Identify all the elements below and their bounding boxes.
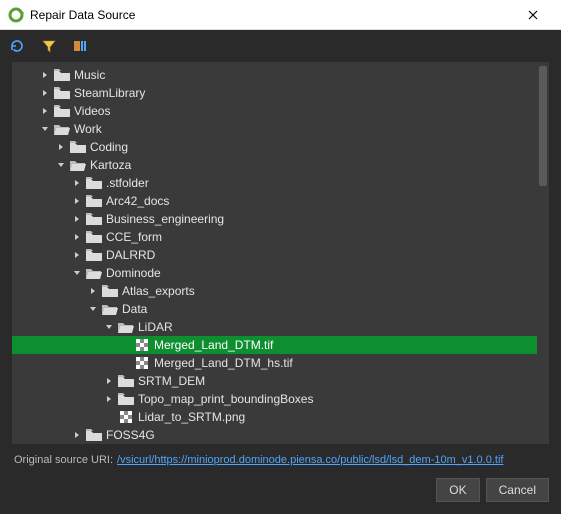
tree-node[interactable]: Data: [12, 300, 537, 318]
footer-label: Original source URI:: [14, 454, 113, 466]
tree-node[interactable]: Music: [12, 66, 537, 84]
tree-node-label: DALRRD: [106, 248, 155, 262]
tree-node-label: .stfolder: [106, 176, 149, 190]
tree-node-label: Coding: [90, 140, 128, 154]
expand-arrow-open-icon[interactable]: [104, 322, 114, 332]
scrollbar[interactable]: [539, 66, 547, 440]
expand-arrow-closed-icon[interactable]: [40, 106, 50, 116]
tree-node-label: Business_engineering: [106, 212, 224, 226]
toolbar: [0, 30, 561, 62]
folder-icon: [102, 284, 118, 298]
tree-node-label: Dominode: [106, 266, 161, 280]
folder-icon: [54, 104, 70, 118]
expand-arrow-closed-icon[interactable]: [88, 286, 98, 296]
folder-icon: [86, 176, 102, 190]
tree-panel: Music SteamLibrary Videos Work Coding Kartoza…: [12, 62, 549, 444]
folder-icon: [118, 374, 134, 388]
raster-icon: [118, 410, 134, 424]
ok-button[interactable]: OK: [436, 478, 479, 502]
raster-icon: [134, 338, 150, 352]
source-uri-link[interactable]: /vsicurl/https://minioprod.dominode.pien…: [117, 454, 503, 466]
tree-node[interactable]: Merged_Land_DTM_hs.tif: [12, 354, 537, 372]
tree-node-label: Lidar_to_SRTM.png: [138, 410, 245, 424]
show-properties-button[interactable]: [72, 37, 90, 55]
tree-node-label: CCE_form: [106, 230, 162, 244]
tree-node[interactable]: LiDAR: [12, 318, 537, 336]
tree-node[interactable]: Coding: [12, 138, 537, 156]
scrollbar-thumb[interactable]: [539, 66, 547, 186]
expand-arrow-open-icon[interactable]: [88, 304, 98, 314]
tree-node[interactable]: .stfolder: [12, 174, 537, 192]
folder-icon: [54, 86, 70, 100]
tree-node-label: Atlas_exports: [122, 284, 195, 298]
tree-node-label: Topo_map_print_boundingBoxes: [138, 392, 313, 406]
expand-arrow-open-icon[interactable]: [56, 160, 66, 170]
expand-arrow-closed-icon[interactable]: [56, 142, 66, 152]
tree-node-label: LiDAR: [138, 320, 173, 334]
filter-button[interactable]: [40, 37, 58, 55]
tree-node[interactable]: Merged_Land_DTM.tif: [12, 336, 537, 354]
expand-arrow-open-icon[interactable]: [40, 124, 50, 134]
folder-open-icon: [102, 302, 118, 316]
tree-node-label: FOSS4G: [106, 428, 155, 442]
tree-node[interactable]: Lidar_to_SRTM.png: [12, 408, 537, 426]
tree-node-label: Arc42_docs: [106, 194, 169, 208]
cancel-button[interactable]: Cancel: [486, 478, 549, 502]
tree-node[interactable]: Business_engineering: [12, 210, 537, 228]
folder-icon: [86, 428, 102, 442]
tree-node[interactable]: Videos: [12, 102, 537, 120]
window-title: Repair Data Source: [30, 8, 513, 22]
tree-node-label: Merged_Land_DTM.tif: [154, 338, 273, 352]
raster-icon: [134, 356, 150, 370]
tree-node-label: Music: [74, 68, 105, 82]
folder-icon: [86, 194, 102, 208]
tree-node-label: Data: [122, 302, 147, 316]
tree-node[interactable]: Dominode: [12, 264, 537, 282]
tree-node-label: SRTM_DEM: [138, 374, 205, 388]
tree-node-label: Merged_Land_DTM_hs.tif: [154, 356, 293, 370]
folder-open-icon: [70, 158, 86, 172]
tree-node[interactable]: SRTM_DEM: [12, 372, 537, 390]
tree-node[interactable]: CCE_form: [12, 228, 537, 246]
tree-node[interactable]: Atlas_exports: [12, 282, 537, 300]
refresh-button[interactable]: [8, 37, 26, 55]
tree-node-label: Kartoza: [90, 158, 131, 172]
folder-icon: [70, 140, 86, 154]
tree-node[interactable]: FOSS4G: [12, 426, 537, 444]
tree-node[interactable]: SteamLibrary: [12, 84, 537, 102]
expand-arrow-open-icon[interactable]: [72, 268, 82, 278]
dialog-buttons: OK Cancel: [0, 470, 561, 514]
tree-node[interactable]: Work: [12, 120, 537, 138]
expand-arrow-closed-icon[interactable]: [104, 394, 114, 404]
folder-icon: [86, 230, 102, 244]
tree-node[interactable]: Topo_map_print_boundingBoxes: [12, 390, 537, 408]
tree-node[interactable]: Arc42_docs: [12, 192, 537, 210]
close-button[interactable]: [513, 0, 553, 30]
folder-open-icon: [86, 266, 102, 280]
expand-arrow-closed-icon[interactable]: [72, 178, 82, 188]
expand-arrow-closed-icon[interactable]: [72, 250, 82, 260]
tree-node[interactable]: Kartoza: [12, 156, 537, 174]
expand-arrow-closed-icon[interactable]: [72, 196, 82, 206]
tree-node-label: Work: [74, 122, 102, 136]
folder-icon: [86, 212, 102, 226]
footer: Original source URI: /vsicurl/https://mi…: [0, 444, 561, 470]
expand-arrow-closed-icon[interactable]: [72, 430, 82, 440]
expand-arrow-closed-icon[interactable]: [72, 214, 82, 224]
folder-open-icon: [54, 122, 70, 136]
tree-node[interactable]: DALRRD: [12, 246, 537, 264]
folder-icon: [118, 392, 134, 406]
expand-arrow-closed-icon[interactable]: [40, 88, 50, 98]
app-icon: [8, 7, 24, 23]
folder-open-icon: [118, 320, 134, 334]
folder-icon: [54, 68, 70, 82]
expand-arrow-closed-icon[interactable]: [40, 70, 50, 80]
tree-node-label: SteamLibrary: [74, 86, 145, 100]
expand-arrow-closed-icon[interactable]: [104, 376, 114, 386]
file-tree[interactable]: Music SteamLibrary Videos Work Coding Kartoza…: [12, 62, 537, 444]
folder-icon: [86, 248, 102, 262]
expand-arrow-closed-icon[interactable]: [72, 232, 82, 242]
tree-node-label: Videos: [74, 104, 110, 118]
titlebar: Repair Data Source: [0, 0, 561, 30]
